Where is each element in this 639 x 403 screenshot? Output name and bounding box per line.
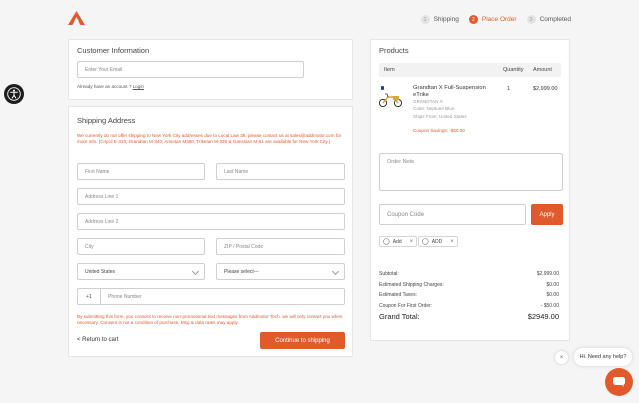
email-placeholder: Enter Your Email <box>85 66 123 73</box>
subtotal-value: $2,999.00 <box>536 271 559 277</box>
phone-placeholder: Phone Number <box>108 293 142 300</box>
address-line-2-input[interactable]: Address Line 2 <box>77 213 345 230</box>
product-coupon-savings: Coupon Savings: -$50.00 <box>413 128 465 133</box>
coupon-code-placeholder: Coupon Code <box>387 211 425 218</box>
addmotor-logo-icon[interactable] <box>68 11 85 27</box>
step-shipping: 1 Shipping <box>420 15 459 24</box>
step-label: Place Order <box>481 16 517 23</box>
continue-to-shipping-button[interactable]: Continue to shipping <box>260 332 345 349</box>
coupon-tag: ◯ ADD × <box>418 236 458 247</box>
step-label: Shipping <box>433 16 459 23</box>
lock-icon <box>381 86 384 90</box>
coupon-tag-label: Add <box>392 238 402 245</box>
chat-greeting-bubble[interactable]: Hi. Need any help? <box>574 348 632 366</box>
subtotal-label: Subtotal: <box>379 271 399 277</box>
product-row: Grandtan X Full-Suspension eTrike GRANDT… <box>379 82 563 138</box>
coupon-tag-label: ADD <box>431 238 443 245</box>
grand-total-value: $2949.00 <box>527 312 559 321</box>
country-select[interactable]: United States <box>77 263 205 280</box>
address-line-1-placeholder: Address Line 1 <box>85 193 119 200</box>
apply-coupon-button[interactable]: Apply <box>531 204 563 225</box>
section-title: Products <box>379 46 409 55</box>
product-color: Color: Neptune Blue <box>413 106 455 111</box>
sms-consent-text: By submitting this form, you consent to … <box>77 314 343 326</box>
order-note-placeholder: Order Note <box>387 159 415 165</box>
chevron-down-icon <box>331 267 340 276</box>
taxes-value: $0.00 <box>546 292 559 298</box>
address-line-1-input[interactable]: Address Line 1 <box>77 188 345 205</box>
step-label: Completed <box>539 16 571 23</box>
account-text: Already have an account ? <box>77 84 132 89</box>
product-sku: GRANDTAN X <box>413 99 443 104</box>
first-name-input[interactable]: First Name <box>77 163 205 180</box>
country-value: United States <box>85 268 116 275</box>
city-placeholder: City <box>85 243 94 250</box>
column-header-amount: Amount <box>533 67 552 73</box>
step-place-order: 2 Place Order <box>468 15 517 24</box>
subtotal-row: Subtotal: $2,999.00 <box>379 271 559 277</box>
close-icon[interactable]: × <box>410 239 414 245</box>
step-completed: 3 Completed <box>526 15 571 24</box>
coupon-discount-row: Coupon For First Order: - $50.00 <box>379 303 559 309</box>
grand-total-label: Grand Total: <box>379 312 420 321</box>
products-card: Products Item Quantity Amount Grandtan X… <box>370 39 570 341</box>
step-number: 2 <box>468 15 478 24</box>
etrike-image <box>379 93 403 108</box>
step-number: 3 <box>526 15 536 24</box>
state-value: Please select--- <box>224 268 259 275</box>
close-chat-icon[interactable]: × <box>555 351 568 364</box>
coupon-discount-label: Coupon For First Order: <box>379 303 433 309</box>
shipping-charges-label: Estimated Shipping Charges: <box>379 282 444 288</box>
grand-total-row: Grand Total: $2949.00 <box>379 312 559 321</box>
accessibility-button[interactable] <box>4 84 24 104</box>
taxes-row: Estimated Taxes: $0.00 <box>379 292 559 298</box>
zip-placeholder: ZIP / Postal Code <box>224 243 264 250</box>
shipping-notice: We currently do not offer shipping to Ne… <box>77 133 342 145</box>
phone-field[interactable]: +1 Phone Number <box>77 288 345 305</box>
section-title: Customer Information <box>77 46 150 55</box>
close-icon[interactable]: × <box>450 239 454 245</box>
product-name[interactable]: Grandtan X Full-Suspension eTrike <box>413 85 493 98</box>
product-amount: $2,999.00 <box>533 86 558 92</box>
products-table-header: Item Quantity Amount <box>379 63 561 77</box>
login-prompt: Already have an account ? Login <box>77 84 144 89</box>
coupon-code-input[interactable]: Coupon Code <box>379 204 526 225</box>
shipping-charges-row: Estimated Shipping Charges: $0.00 <box>379 282 559 288</box>
tag-icon: ◯ <box>422 239 429 245</box>
step-number: 1 <box>420 15 430 24</box>
product-quantity: 1 <box>507 86 511 92</box>
chevron-down-icon <box>191 267 200 276</box>
customer-information-card: Customer Information Enter Your Email Al… <box>68 39 353 100</box>
column-header-item: Item <box>384 67 395 73</box>
product-ships-from: Ships From: United States <box>413 114 467 119</box>
section-title: Shipping Address <box>77 116 136 125</box>
phone-prefix: +1 <box>78 289 101 304</box>
checkout-steps: 1 Shipping 2 Place Order 3 Completed <box>420 15 571 24</box>
shipping-charges-value: $0.00 <box>546 282 559 288</box>
login-link[interactable]: Login <box>133 84 144 89</box>
chat-icon <box>613 377 625 387</box>
state-select[interactable]: Please select--- <box>216 263 345 280</box>
coupon-discount-value: - $50.00 <box>540 303 559 309</box>
zip-input[interactable]: ZIP / Postal Code <box>216 238 345 255</box>
column-header-quantity: Quantity <box>503 67 524 73</box>
tag-icon: ◯ <box>383 239 390 245</box>
email-input[interactable]: Enter Your Email <box>77 61 304 78</box>
city-input[interactable]: City <box>77 238 205 255</box>
chat-launcher-button[interactable] <box>605 368 633 396</box>
order-note-textarea[interactable]: Order Note <box>379 153 563 191</box>
last-name-input[interactable]: Last Name <box>216 163 345 180</box>
shipping-address-card: Shipping Address We currently do not off… <box>68 106 353 357</box>
first-name-placeholder: First Name <box>85 168 110 175</box>
accessibility-icon <box>7 87 21 101</box>
address-line-2-placeholder: Address Line 2 <box>85 218 119 225</box>
coupon-tag: ◯ Add × <box>379 236 418 247</box>
taxes-label: Estimated Taxes: <box>379 292 417 298</box>
last-name-placeholder: Last Name <box>224 168 249 175</box>
return-to-cart-link[interactable]: < Return to cart <box>77 337 119 343</box>
